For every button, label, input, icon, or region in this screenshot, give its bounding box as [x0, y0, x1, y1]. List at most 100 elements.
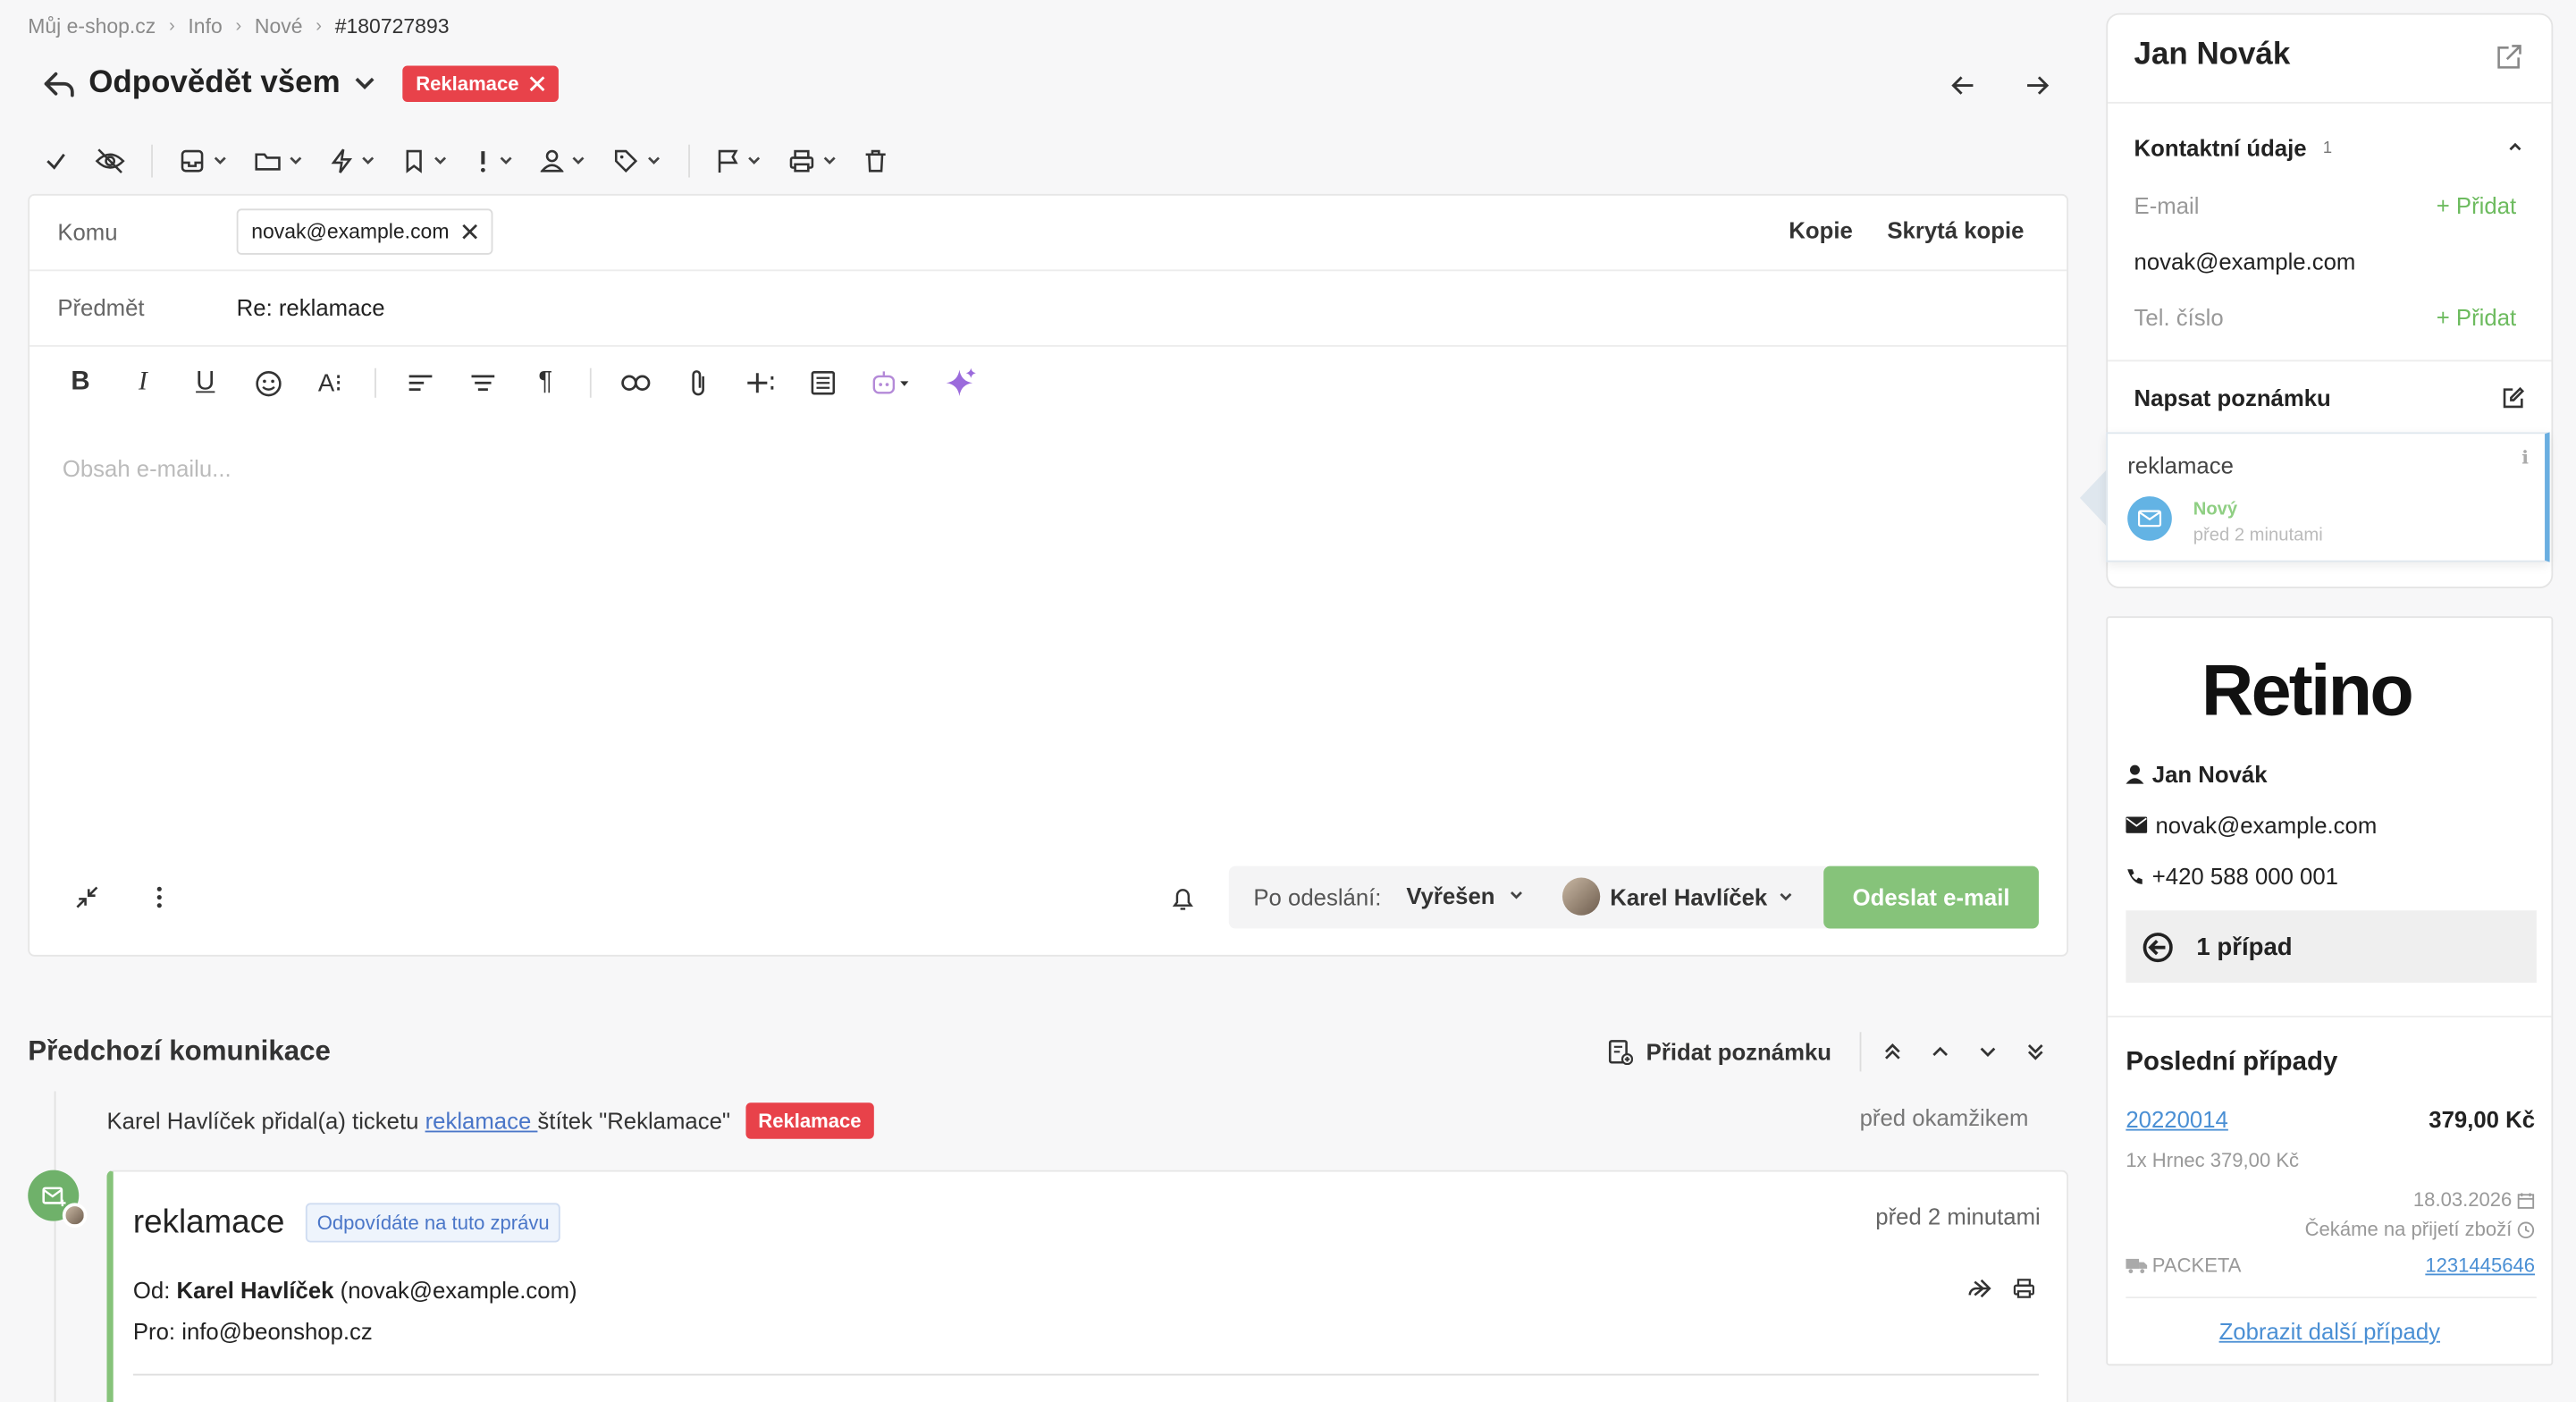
previous-ticket-button[interactable] [1950, 74, 1976, 97]
cc-button[interactable]: Kopie [1789, 217, 1852, 243]
double-chevron-down-icon[interactable] [2025, 1042, 2045, 1061]
email-label: E-mail [2134, 192, 2200, 219]
editor-divider [375, 367, 376, 398]
paragraph-icon[interactable]: ¶ [527, 365, 563, 401]
recipient-chip[interactable]: novak@example.com [236, 208, 494, 255]
bookmark-dropdown[interactable] [402, 148, 448, 173]
divider [2108, 359, 2552, 362]
bcc-button[interactable]: Skrytá kopie [1887, 217, 2024, 243]
add-note-button[interactable]: Přidat poznámku [1607, 1038, 1831, 1066]
align-left-icon[interactable] [402, 365, 438, 401]
italic-icon[interactable]: I [125, 365, 161, 401]
edit-note-icon[interactable] [2502, 386, 2525, 410]
case-state-text: Čekáme na přijetí zboží [2304, 1217, 2513, 1241]
subject-input[interactable]: Re: reklamace [237, 294, 385, 320]
sparkle-icon[interactable] [943, 365, 979, 401]
close-icon[interactable] [529, 76, 545, 92]
tag-dropdown[interactable] [613, 148, 662, 173]
toolbar-divider [688, 144, 690, 178]
after-send-status: Vyřešen [1406, 883, 1495, 909]
chevron-down-icon [1779, 891, 1791, 900]
ticket-list-item[interactable]: reklamace ℹ Nový před 2 minutami [2106, 432, 2550, 562]
chevron-down-icon [1510, 891, 1522, 899]
add-note-label: Přidat poznámku [1646, 1038, 1831, 1066]
after-send-status-dropdown[interactable]: Vyřešen [1406, 883, 1524, 908]
note-add-icon [1608, 1040, 1633, 1066]
case-id-link[interactable]: 20220014 [2126, 1106, 2228, 1132]
collapse-icon[interactable] [76, 886, 99, 909]
delete-button[interactable] [864, 148, 888, 173]
page-title[interactable]: Odpovědět všem [88, 66, 340, 102]
write-note-title[interactable]: Napsat poznámku [2134, 384, 2331, 410]
forward-icon[interactable] [1966, 1277, 1992, 1300]
event-ticket-link[interactable]: reklamace [425, 1108, 538, 1134]
close-icon[interactable] [462, 224, 478, 240]
bold-icon[interactable]: B [63, 365, 98, 401]
case-state: Čekáme na přijetí zboží [2305, 1218, 2535, 1241]
reminder-bell-icon[interactable] [1171, 886, 1194, 912]
recipient-email: novak@example.com [251, 220, 450, 244]
chevron-right-icon: › [235, 16, 242, 37]
recipient-row: Komu novak@example.com Kopie Skrytá kopi… [29, 196, 2067, 272]
chevron-down-icon[interactable] [1978, 1042, 1998, 1061]
double-chevron-up-icon[interactable] [1882, 1042, 1902, 1061]
title-bar: Odpovědět všem Reklamace [43, 65, 559, 102]
next-ticket-button[interactable] [2024, 74, 2050, 97]
contact-section-title[interactable]: Kontaktní údaje [2134, 135, 2307, 161]
chevron-down-icon[interactable] [353, 76, 376, 92]
printer-icon[interactable] [2013, 1277, 2036, 1300]
cases-count: 1 případ [2196, 933, 2293, 961]
envelope-icon [2126, 816, 2148, 833]
add-phone-button[interactable]: + Přidat [2437, 304, 2516, 330]
expand-collapse-controls [1882, 1042, 2045, 1061]
retino-logo: Retino [2201, 650, 2414, 731]
breadcrumb-item[interactable]: Info [188, 15, 222, 38]
chevron-down-icon [214, 156, 226, 165]
assignee-dropdown[interactable] [540, 148, 586, 173]
attachment-icon[interactable] [680, 365, 716, 401]
ai-bot-icon[interactable] [867, 365, 916, 401]
hide-button[interactable] [95, 148, 125, 173]
chevron-down-icon [572, 156, 585, 165]
event-time: před okamžikem [1859, 1104, 2029, 1131]
flag-dropdown[interactable] [716, 148, 762, 173]
chevron-down-icon [290, 156, 302, 165]
breadcrumb-item[interactable]: Nové [255, 15, 303, 38]
assignee-select[interactable]: Karel Havlíček [1562, 877, 1794, 916]
after-send-label: Po odeslání: [1253, 883, 1382, 911]
chevron-up-icon[interactable] [1931, 1042, 1950, 1061]
align-center-icon[interactable] [465, 365, 501, 401]
assignee-name: Karel Havlíček [1610, 883, 1768, 910]
folder-dropdown[interactable] [255, 148, 304, 173]
priority-dropdown[interactable] [475, 148, 514, 173]
status-tag[interactable]: Reklamace [402, 65, 559, 102]
from-label: Od: [132, 1277, 171, 1304]
email-message-card[interactable]: reklamace Odpovídáte na tuto zprávu před… [106, 1170, 2069, 1402]
add-email-button[interactable]: + Přidat [2437, 192, 2516, 218]
chevron-up-icon[interactable] [2507, 139, 2523, 153]
automation-dropdown[interactable] [330, 148, 375, 173]
font-size-icon[interactable]: A⁝ [312, 365, 348, 401]
print-dropdown[interactable] [788, 148, 838, 173]
check-icon [46, 153, 65, 170]
email-body-input[interactable]: Obsah e-mailu... [63, 455, 232, 481]
breadcrumb-item[interactable]: Můj e-shop.cz [28, 15, 156, 38]
resolve-button[interactable] [43, 148, 69, 173]
compose-footer: Po odeslání: Vyřešen Karel Havlíček Odes… [29, 866, 2067, 933]
show-more-cases-link[interactable]: Zobrazit další případy [2108, 1318, 2551, 1344]
underline-icon[interactable]: U [188, 365, 223, 401]
cases-count-button[interactable]: 1 případ [2126, 910, 2537, 984]
insert-icon[interactable] [743, 365, 779, 401]
template-icon[interactable] [805, 365, 841, 401]
more-options-icon[interactable] [156, 886, 163, 909]
user-icon [2126, 764, 2144, 784]
external-link-icon[interactable] [2496, 43, 2523, 71]
link-icon[interactable] [618, 365, 653, 401]
contact-email[interactable]: novak@example.com [2134, 249, 2356, 274]
inbox-dropdown[interactable] [179, 148, 228, 173]
send-email-button[interactable]: Odeslat e-mail [1823, 866, 2039, 929]
calendar-icon [2517, 1192, 2535, 1208]
info-icon[interactable]: ℹ [2521, 447, 2529, 469]
emoji-icon[interactable] [249, 365, 285, 401]
tracking-link[interactable]: 1231445646 [2425, 1254, 2535, 1277]
